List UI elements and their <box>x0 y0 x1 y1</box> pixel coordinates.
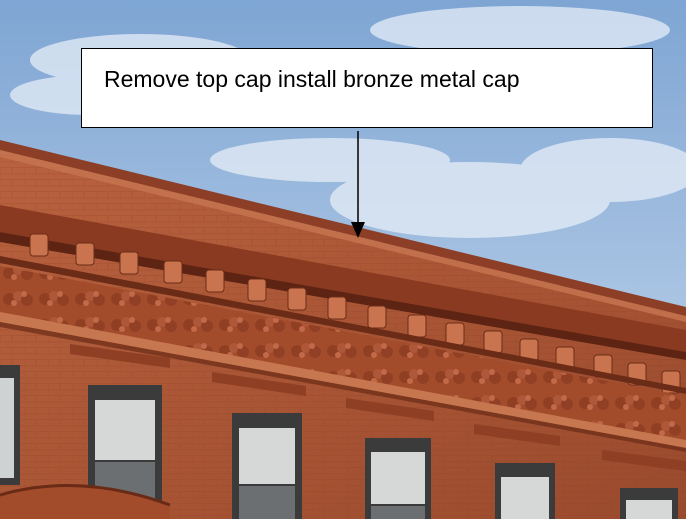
window <box>232 413 302 519</box>
callout-text: Remove top cap install bronze metal cap <box>104 66 520 92</box>
callout-box: Remove top cap install bronze metal cap <box>81 48 653 128</box>
window <box>0 365 20 485</box>
window <box>620 488 678 519</box>
window <box>495 463 555 519</box>
window <box>365 438 431 519</box>
building-cornice-photo: Remove top cap install bronze metal cap <box>0 0 686 519</box>
